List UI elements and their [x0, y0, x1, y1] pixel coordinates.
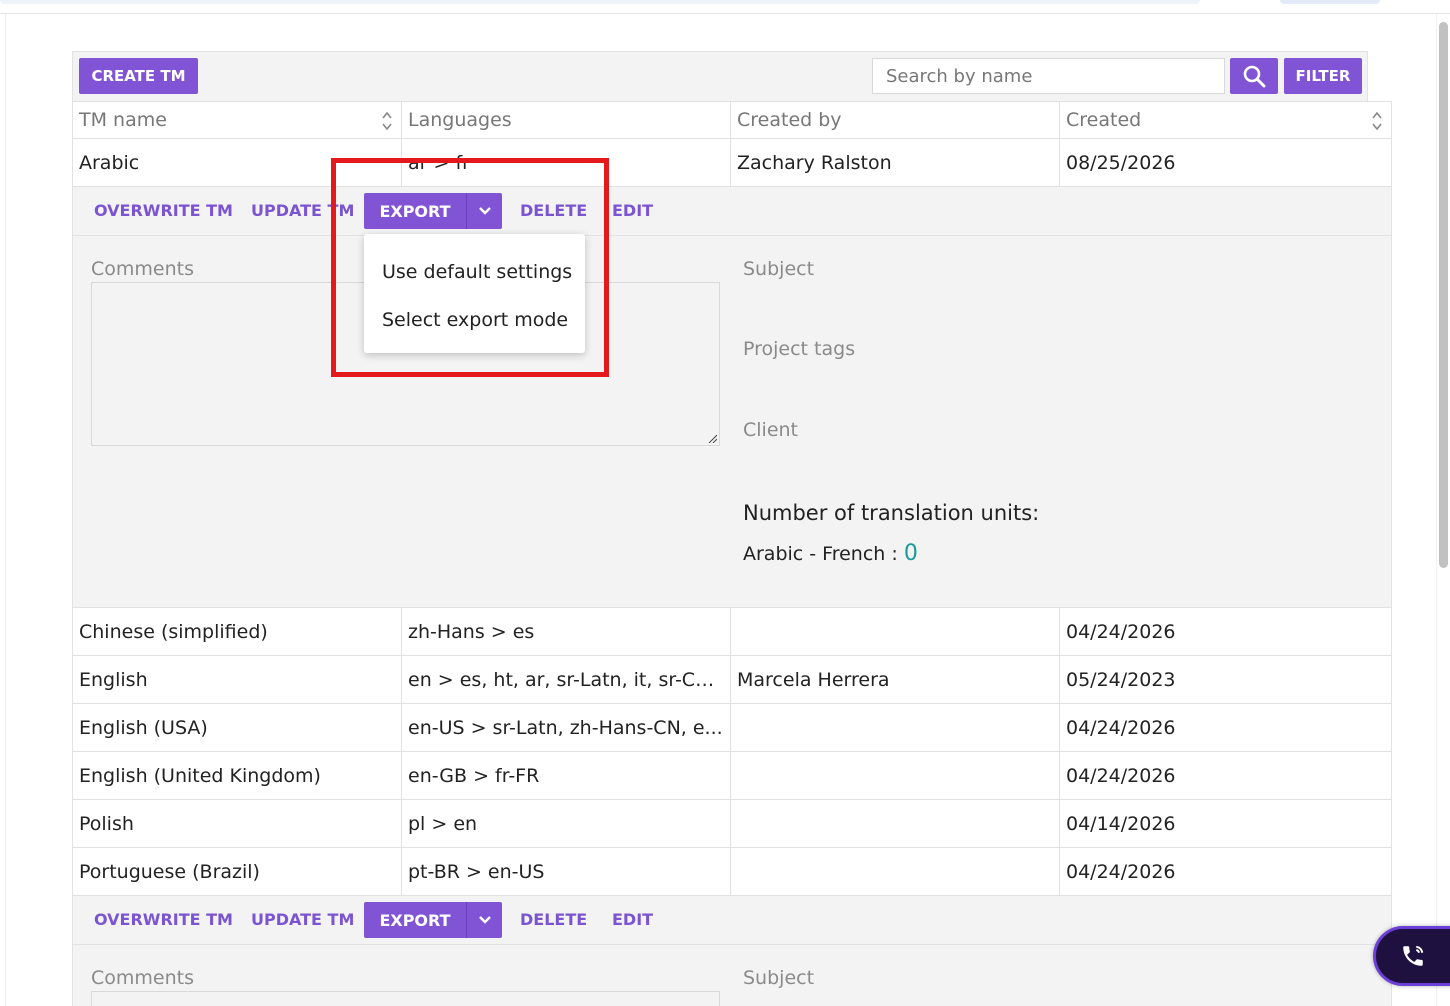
project-tags-label: Project tags [743, 338, 856, 360]
details-row: Comments Subject [72, 944, 1392, 1006]
create-tm-button[interactable]: CREATE TM [79, 58, 198, 94]
search-button[interactable] [1230, 58, 1278, 94]
units-pair: Arabic - French : [743, 543, 904, 565]
cell-created-by [730, 799, 1060, 848]
cell-created-by [730, 607, 1060, 656]
edit-button[interactable]: EDIT [612, 910, 653, 929]
header-label: Languages [408, 109, 512, 131]
call-widget-button[interactable] [1373, 926, 1450, 986]
chevron-down-icon [478, 916, 491, 924]
search-icon [1243, 65, 1266, 88]
cell-created-by: Zachary Ralston [730, 138, 1060, 187]
update-tm-button[interactable]: UPDATE TM [251, 910, 354, 929]
left-divider [5, 14, 6, 1006]
table-row[interactable]: English (USA) en-US > sr-Latn, zh-Hans-C… [72, 703, 1392, 752]
cell-created: 08/25/2026 [1059, 138, 1392, 187]
edit-button[interactable]: EDIT [612, 201, 653, 220]
units-line: Arabic - French : 0 [743, 541, 918, 566]
top-tab-strip [0, 0, 1200, 4]
cell-languages: pt-BR > en-US [401, 847, 731, 896]
cell-tm-name: Chinese (simplified) [72, 607, 402, 656]
header-created[interactable]: Created [1059, 101, 1392, 139]
sort-icon[interactable] [1371, 110, 1383, 132]
cell-languages: en-GB > fr-FR [401, 751, 731, 800]
subject-label: Subject [743, 258, 815, 280]
subject-label: Subject [743, 967, 815, 989]
header-tm-name[interactable]: TM name [72, 101, 402, 139]
cell-languages: pl > en [401, 799, 731, 848]
cell-languages: en > es, ht, ar, sr-Latn, it, sr-Cyrl... [401, 655, 731, 704]
comments-label: Comments [91, 258, 194, 280]
cell-tm-name: English [72, 655, 402, 704]
table-row-expanded[interactable]: Arabic ar > fr Zachary Ralston 08/25/202… [72, 138, 1392, 187]
cell-languages: en-US > sr-Latn, zh-Hans-CN, e... [401, 703, 731, 752]
units-title: Number of translation units: [743, 501, 1040, 525]
cell-created: 04/24/2026 [1059, 703, 1392, 752]
tm-table: TM name Languages Created by Created Ara… [72, 101, 1392, 1006]
cell-languages: zh-Hans > es [401, 607, 731, 656]
cell-tm-name: Polish [72, 799, 402, 848]
tm-details: Comments Subject Project tags Client Num… [74, 237, 1391, 607]
cell-created: 04/24/2026 [1059, 847, 1392, 896]
phone-icon [1403, 945, 1424, 966]
table-row[interactable]: Chinese (simplified) zh-Hans > es 04/24/… [72, 607, 1392, 656]
sort-icon[interactable] [381, 110, 393, 132]
tm-panel: CREATE TM Search by name FILTER TM name [72, 51, 1392, 1006]
cell-created: 04/24/2026 [1059, 607, 1392, 656]
cell-created-by [730, 751, 1060, 800]
resize-grip-icon[interactable] [707, 433, 717, 443]
cell-tm-name: English (United Kingdom) [72, 751, 402, 800]
overwrite-tm-button[interactable]: OVERWRITE TM [94, 201, 233, 220]
cell-tm-name: Portuguese (Brazil) [72, 847, 402, 896]
actions-row: OVERWRITE TM UPDATE TM EXPORT DELETE EDI… [72, 895, 1392, 945]
search-placeholder: Search by name [886, 65, 1033, 87]
cell-created-by: Marcela Herrera [730, 655, 1060, 704]
actions-row: OVERWRITE TM UPDATE TM EXPORT DELETE EDI… [72, 186, 1392, 236]
header-created-by: Created by [730, 101, 1060, 139]
action-bar: OVERWRITE TM UPDATE TM EXPORT DELETE EDI… [74, 188, 1391, 235]
header-label: Created by [737, 109, 842, 131]
export-button-group: EXPORT [364, 902, 502, 938]
cell-tm-name: English (USA) [72, 703, 402, 752]
client-label: Client [743, 419, 799, 441]
filter-button[interactable]: FILTER [1284, 58, 1362, 94]
table-header-row: TM name Languages Created by Created [72, 101, 1392, 139]
toolbar: CREATE TM Search by name FILTER [72, 51, 1368, 101]
details-row: Comments Subject Project tags Client Num… [72, 235, 1392, 608]
header-label: TM name [79, 109, 167, 131]
export-dropdown-toggle[interactable] [466, 902, 502, 938]
cell-created: 05/24/2023 [1059, 655, 1392, 704]
search-input[interactable]: Search by name [872, 58, 1225, 94]
delete-button[interactable]: DELETE [520, 910, 587, 929]
cell-created-by [730, 847, 1060, 896]
browser-top-strip [0, 0, 1450, 14]
comments-label: Comments [91, 967, 194, 989]
action-bar: OVERWRITE TM UPDATE TM EXPORT DELETE EDI… [74, 897, 1391, 944]
cell-created: 04/14/2026 [1059, 799, 1392, 848]
table-row[interactable]: English (United Kingdom) en-GB > fr-FR 0… [72, 751, 1392, 800]
highlight-annotation-box [331, 158, 609, 377]
header-languages: Languages [401, 101, 731, 139]
export-button[interactable]: EXPORT [364, 902, 466, 938]
cell-created: 04/24/2026 [1059, 751, 1392, 800]
tm-details: Comments Subject [74, 946, 1391, 1006]
header-label: Created [1066, 109, 1142, 131]
table-row[interactable]: English en > es, ht, ar, sr-Latn, it, sr… [72, 655, 1392, 704]
top-tab-strip-right [1280, 0, 1380, 4]
table-row[interactable]: Portuguese (Brazil) pt-BR > en-US 04/24/… [72, 847, 1392, 896]
overwrite-tm-button[interactable]: OVERWRITE TM [94, 910, 233, 929]
table-row[interactable]: Polish pl > en 04/14/2026 [72, 799, 1392, 848]
comments-textarea[interactable] [91, 991, 720, 1006]
units-count[interactable]: 0 [904, 541, 918, 566]
cell-created-by [730, 703, 1060, 752]
scrollbar-thumb[interactable] [1439, 22, 1448, 568]
